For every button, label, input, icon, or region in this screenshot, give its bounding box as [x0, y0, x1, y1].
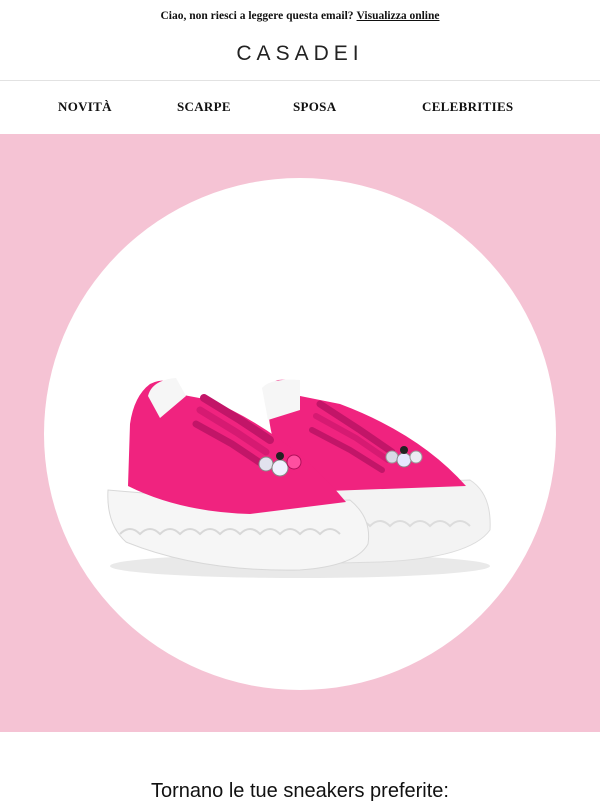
preheader-bar: Ciao, non riesci a leggere questa email?… [0, 0, 600, 32]
nav-item-scarpe[interactable]: SCARPE [177, 99, 231, 115]
main-nav: NOVITÀ SCARPE SPOSA CELEBRITIES [0, 99, 600, 117]
preheader-text: Ciao, non riesci a leggere questa email? [160, 10, 354, 22]
nav-item-celebrities[interactable]: CELEBRITIES [422, 99, 513, 115]
brand-logo[interactable]: CASADEI [0, 42, 600, 66]
view-online-link[interactable]: Visualizza online [357, 10, 440, 22]
header-divider [0, 80, 600, 81]
product-image-sneakers[interactable] [0, 134, 600, 732]
nav-item-sposa[interactable]: SPOSA [293, 99, 336, 115]
nav-item-novita[interactable]: NOVITÀ [58, 99, 112, 115]
hero-banner[interactable] [0, 134, 600, 732]
